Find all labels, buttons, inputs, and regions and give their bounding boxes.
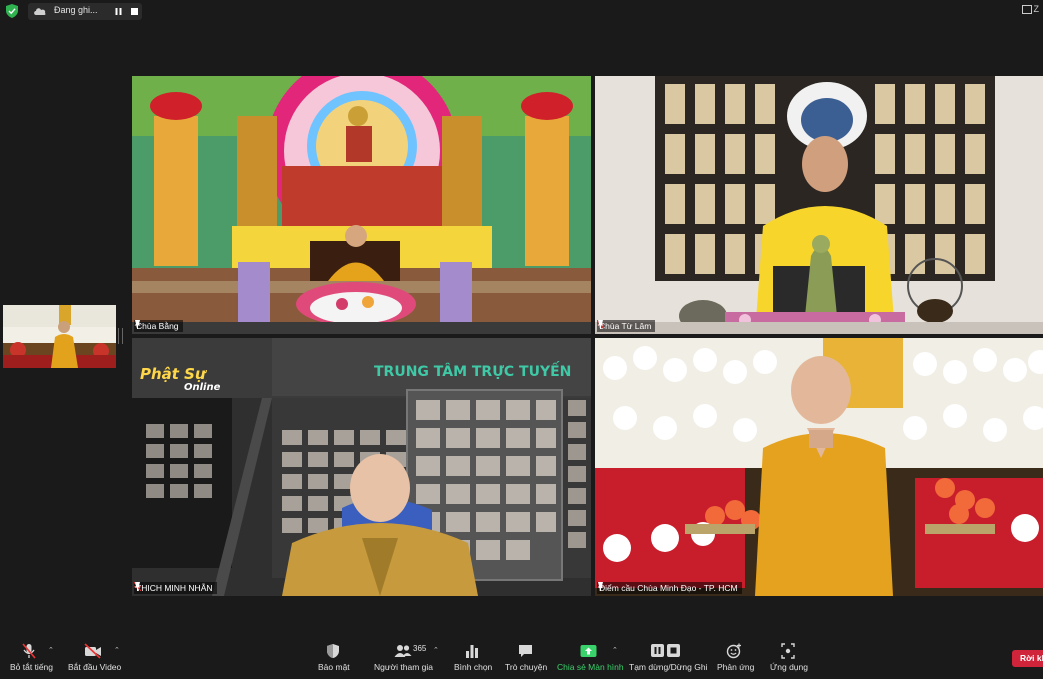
apps-label: Ứng dụng (770, 662, 808, 672)
share-screen-icon (580, 645, 597, 657)
security-label: Bảo mật (318, 662, 350, 672)
participant-name-tag: Chùa Từ Lâm (597, 320, 656, 332)
reactions-button[interactable]: Phản ứng (713, 635, 755, 679)
pin-icon (134, 582, 141, 591)
participants-options-caret[interactable]: ⌃ (433, 646, 439, 654)
pin-icon (597, 320, 604, 329)
video-tile-1[interactable]: Chùa Bằng (132, 76, 591, 334)
banner-title: TRUNG TÂM TRỰC TUYẾN (374, 364, 572, 380)
video-tile-1-feed (132, 76, 591, 334)
participant-name-tag: Điểm cầu Chùa Minh Đạo - TP. HCM (597, 582, 742, 594)
participant-name-tag: THICH MINH NHẪN (134, 582, 217, 594)
participants-icon (394, 645, 412, 657)
reactions-label: Phản ứng (717, 662, 755, 672)
poll-label: Bình chọn (454, 662, 493, 672)
participant-name: Điểm cầu Chùa Minh Đạo - TP. HCM (599, 583, 738, 593)
video-options-caret[interactable]: ⌃ (114, 646, 120, 654)
participant-name: THICH MINH NHẪN (136, 583, 213, 593)
mic-muted-icon (22, 643, 36, 659)
pause-icon[interactable] (114, 7, 123, 16)
cloud-icon (34, 8, 46, 15)
chat-label: Trò chuyện (505, 662, 548, 672)
apps-icon (781, 643, 795, 659)
recording-indicator[interactable]: Đang ghi... (28, 3, 142, 20)
self-view-thumbnail[interactable] (3, 305, 116, 368)
mute-button[interactable]: Bỏ tắt tiếng (4, 635, 54, 679)
participants-count: 365 (413, 644, 427, 653)
video-tile-3[interactable]: Phật Sự Online TRUNG TÂM TRỰC TUYẾN THIC… (132, 338, 591, 596)
security-icon (327, 644, 339, 658)
pin-icon (597, 582, 604, 591)
panel-resize-handle[interactable] (118, 328, 123, 344)
pin-icon (134, 320, 141, 329)
recording-label: Đang ghi... (54, 5, 98, 15)
participant-name: Chùa Từ Lâm (599, 321, 652, 331)
start-video-button[interactable]: Bắt đầu Video (66, 635, 126, 679)
pause-stop-recording-button[interactable]: Tạm dừng/Dừng Ghi (628, 635, 708, 679)
chat-button[interactable]: Trò chuyện (503, 635, 547, 679)
audio-options-caret[interactable]: ⌃ (48, 646, 54, 654)
video-tile-2[interactable]: Chùa Từ Lâm (595, 76, 1043, 334)
video-tile-2-feed (595, 76, 1043, 334)
view-toggle[interactable]: Z (1021, 4, 1039, 15)
video-tile-4-feed (595, 338, 1043, 596)
apps-button[interactable]: Ứng dụng (766, 635, 810, 679)
share-label: Chia sẻ Màn hình (557, 662, 624, 672)
participants-button[interactable]: 365 Người tham gia (372, 635, 434, 679)
record-control-icon (651, 644, 680, 657)
meeting-toolbar: Bỏ tắt tiếng ⌃ Bắt đầu Video ⌃ Bảo mật 3… (0, 635, 1043, 679)
participant-name-tag: Chùa Bằng (134, 320, 183, 332)
stop-icon[interactable] (130, 7, 139, 16)
poll-icon (466, 645, 478, 658)
security-button[interactable]: Bảo mật (314, 635, 354, 679)
leave-button[interactable]: Rời khỏi (1012, 650, 1043, 667)
reaction-icon (726, 643, 741, 659)
share-screen-button[interactable]: Chia sẻ Màn hình (556, 635, 624, 679)
participant-name: Chùa Bằng (136, 321, 179, 331)
shield-icon[interactable] (6, 4, 18, 18)
video-label: Bắt đầu Video (68, 662, 122, 672)
top-bar: Đang ghi... Z (0, 0, 1043, 22)
poll-button[interactable]: Bình chọn (452, 635, 492, 679)
self-view-video (3, 305, 116, 368)
chat-icon (519, 645, 532, 657)
video-off-icon (84, 643, 101, 659)
share-options-caret[interactable]: ⌃ (612, 646, 618, 654)
record-label: Tạm dừng/Dừng Ghi (629, 662, 708, 672)
phatsu-online-logo: Phật Sự Online (140, 365, 221, 393)
mute-label: Bỏ tắt tiếng (10, 662, 54, 672)
participants-label: Người tham gia (374, 662, 433, 672)
video-tile-4[interactable]: Điểm cầu Chùa Minh Đạo - TP. HCM (595, 338, 1043, 596)
